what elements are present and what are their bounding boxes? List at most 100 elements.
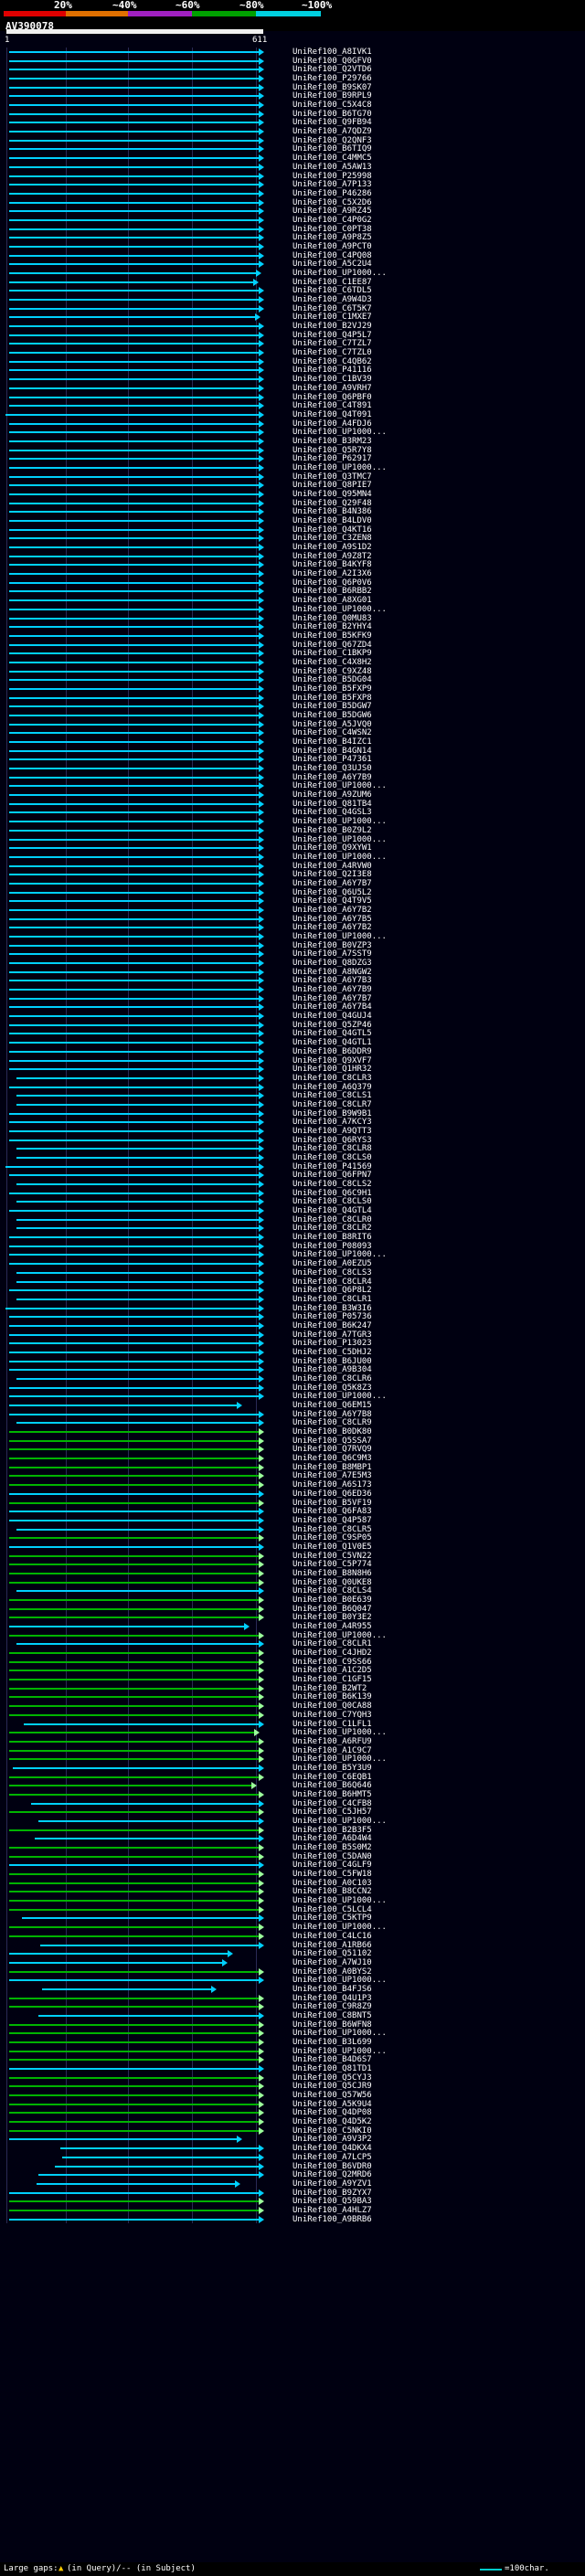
hit-alignment-bar[interactable]	[9, 944, 260, 947]
hit-alignment-bar[interactable]	[9, 1679, 260, 1681]
hit-alignment-bar[interactable]	[9, 705, 260, 708]
hit-alignment-bar[interactable]	[9, 2006, 260, 2009]
hit-alignment-bar[interactable]	[9, 1961, 223, 1964]
hit-row[interactable]: UniRef100_UP1000...	[0, 1817, 585, 1826]
hit-alignment-bar[interactable]	[9, 1439, 260, 1442]
hit-alignment-bar[interactable]	[9, 1652, 260, 1655]
hit-label[interactable]: UniRef100_A9Z8T2	[292, 552, 372, 561]
hit-label[interactable]: UniRef100_B4FJS6	[292, 1985, 372, 1994]
hit-label[interactable]: UniRef100_B4GN14	[292, 747, 372, 756]
hit-alignment-bar[interactable]	[9, 891, 260, 894]
hit-row[interactable]: UniRef100_C5DAN0	[0, 1852, 585, 1861]
hit-row[interactable]: UniRef100_B0DK80	[0, 1427, 585, 1436]
hit-row[interactable]: UniRef100_Q2VTD6	[0, 65, 585, 74]
hit-row[interactable]: UniRef100_C5X4C8	[0, 101, 585, 110]
hit-row[interactable]: UniRef100_Q2QNF3	[0, 136, 585, 145]
hit-alignment-bar[interactable]	[9, 1316, 260, 1319]
hit-label[interactable]: UniRef100_A4FDJ6	[292, 419, 372, 429]
hit-label[interactable]: UniRef100_B2VJ29	[292, 322, 372, 331]
hit-alignment-bar[interactable]	[9, 431, 260, 434]
hit-label[interactable]: UniRef100_C5DHJ2	[292, 1348, 372, 1357]
hit-alignment-bar[interactable]	[9, 1634, 260, 1637]
hit-label[interactable]: UniRef100_Q8PIE7	[292, 481, 372, 490]
hit-alignment-bar[interactable]	[9, 732, 260, 735]
hit-alignment-bar[interactable]	[16, 1183, 260, 1186]
hit-label[interactable]: UniRef100_A7WJ10	[292, 1958, 372, 1967]
hit-label[interactable]: UniRef100_C1BV39	[292, 375, 372, 384]
hit-label[interactable]: UniRef100_Q6FA83	[292, 1507, 372, 1516]
hit-label[interactable]: UniRef100_C0PT38	[292, 225, 372, 234]
hit-label[interactable]: UniRef100_P41116	[292, 366, 372, 375]
hit-row[interactable]: UniRef100_C5FW18	[0, 1870, 585, 1879]
hit-label[interactable]: UniRef100_UP1000...	[292, 463, 387, 472]
hit-alignment-bar[interactable]	[5, 1307, 260, 1309]
hit-label[interactable]: UniRef100_C4GLF9	[292, 1860, 372, 1870]
hit-alignment-bar[interactable]	[9, 78, 260, 80]
hit-alignment-bar[interactable]	[9, 927, 260, 929]
hit-row[interactable]: UniRef100_Q67ZD4	[0, 641, 585, 650]
hit-label[interactable]: UniRef100_B5DGW7	[292, 702, 372, 711]
hit-row[interactable]: UniRef100_Q3UJS0	[0, 764, 585, 773]
hit-label[interactable]: UniRef100_P29766	[292, 74, 372, 83]
hit-row[interactable]: UniRef100_A2I3X6	[0, 569, 585, 578]
hit-label[interactable]: UniRef100_UP1000...	[292, 269, 387, 278]
hit-alignment-bar[interactable]	[9, 122, 260, 124]
hit-alignment-bar[interactable]	[9, 1405, 238, 1407]
hit-row[interactable]: UniRef100_A5AW13	[0, 163, 585, 172]
hit-alignment-bar[interactable]	[9, 599, 260, 602]
hit-label[interactable]: UniRef100_C1GF15	[292, 1675, 372, 1684]
hit-label[interactable]: UniRef100_Q4GTL5	[292, 1029, 372, 1038]
hit-label[interactable]: UniRef100_A7SST9	[292, 949, 372, 959]
hit-alignment-bar[interactable]	[9, 1847, 260, 1850]
hit-label[interactable]: UniRef100_UP1000...	[292, 1250, 387, 1259]
hit-row[interactable]: UniRef100_P47361	[0, 755, 585, 764]
hit-label[interactable]: UniRef100_C4QB62	[292, 357, 372, 366]
hit-alignment-bar[interactable]	[9, 228, 260, 230]
hit-row[interactable]: UniRef100_Q95MN4	[0, 490, 585, 499]
hit-row[interactable]: UniRef100_C4PQ08	[0, 251, 585, 260]
hit-label[interactable]: UniRef100_Q0CA88	[292, 1701, 372, 1711]
hit-alignment-bar[interactable]	[9, 581, 260, 584]
hit-alignment-bar[interactable]	[9, 1572, 260, 1574]
hit-alignment-bar[interactable]	[9, 1891, 260, 1893]
hit-label[interactable]: UniRef100_C4CFB8	[292, 1799, 372, 1808]
hit-alignment-bar[interactable]	[9, 2103, 260, 2105]
hit-label[interactable]: UniRef100_Q29F48	[292, 499, 372, 508]
hit-alignment-bar[interactable]	[9, 112, 260, 115]
hit-row[interactable]: UniRef100_B4LDV0	[0, 516, 585, 525]
hit-row[interactable]: UniRef100_Q6FPN7	[0, 1171, 585, 1180]
hit-alignment-bar[interactable]	[9, 1511, 260, 1513]
hit-row[interactable]: UniRef100_C1LFL1	[0, 1720, 585, 1729]
hit-label[interactable]: UniRef100_P05736	[292, 1312, 372, 1321]
hit-label[interactable]: UniRef100_A6D4W4	[292, 1834, 372, 1843]
hit-row[interactable]: UniRef100_C4T891	[0, 401, 585, 410]
hit-label[interactable]: UniRef100_Q3TMC7	[292, 472, 372, 482]
hit-row[interactable]: UniRef100_B6VDR0	[0, 2162, 585, 2171]
hit-label[interactable]: UniRef100_Q6P8L2	[292, 1286, 372, 1295]
hit-row[interactable]: UniRef100_B6K247	[0, 1321, 585, 1330]
hit-label[interactable]: UniRef100_Q0MU83	[292, 614, 372, 623]
hit-row[interactable]: UniRef100_B0VZP3	[0, 941, 585, 950]
hit-label[interactable]: UniRef100_C1MXE7	[292, 313, 372, 322]
hit-row[interactable]: UniRef100_UP1000...	[0, 1631, 585, 1640]
hit-row[interactable]: UniRef100_Q0UKE8	[0, 1578, 585, 1587]
hit-row[interactable]: UniRef100_A7WJ10	[0, 1958, 585, 1967]
hit-label[interactable]: UniRef100_C5NKI0	[292, 2126, 372, 2136]
hit-row[interactable]: UniRef100_Q8PIE7	[0, 481, 585, 490]
hit-row[interactable]: UniRef100_C9R8Z9	[0, 2002, 585, 2011]
hit-label[interactable]: UniRef100_B6RBB2	[292, 587, 372, 596]
hit-alignment-bar[interactable]	[16, 1298, 260, 1300]
hit-label[interactable]: UniRef100_B6K139	[292, 1692, 372, 1701]
hit-label[interactable]: UniRef100_Q6C9M3	[292, 1454, 372, 1463]
hit-row[interactable]: UniRef100_B6Q646	[0, 1781, 585, 1790]
hit-label[interactable]: UniRef100_UP1000...	[292, 817, 387, 826]
hit-row[interactable]: UniRef100_B5VF19	[0, 1499, 585, 1508]
hit-row[interactable]: UniRef100_B6TIQ9	[0, 144, 585, 154]
hit-row[interactable]: UniRef100_A6RFU9	[0, 1737, 585, 1746]
hit-row[interactable]: UniRef100_A6Q379	[0, 1083, 585, 1092]
hit-row[interactable]: UniRef100_Q2I3E8	[0, 870, 585, 879]
hit-alignment-bar[interactable]	[9, 1386, 260, 1389]
hit-row[interactable]: UniRef100_C4LC16	[0, 1932, 585, 1941]
hit-alignment-bar[interactable]	[9, 1448, 260, 1451]
hit-alignment-bar[interactable]	[9, 520, 260, 523]
